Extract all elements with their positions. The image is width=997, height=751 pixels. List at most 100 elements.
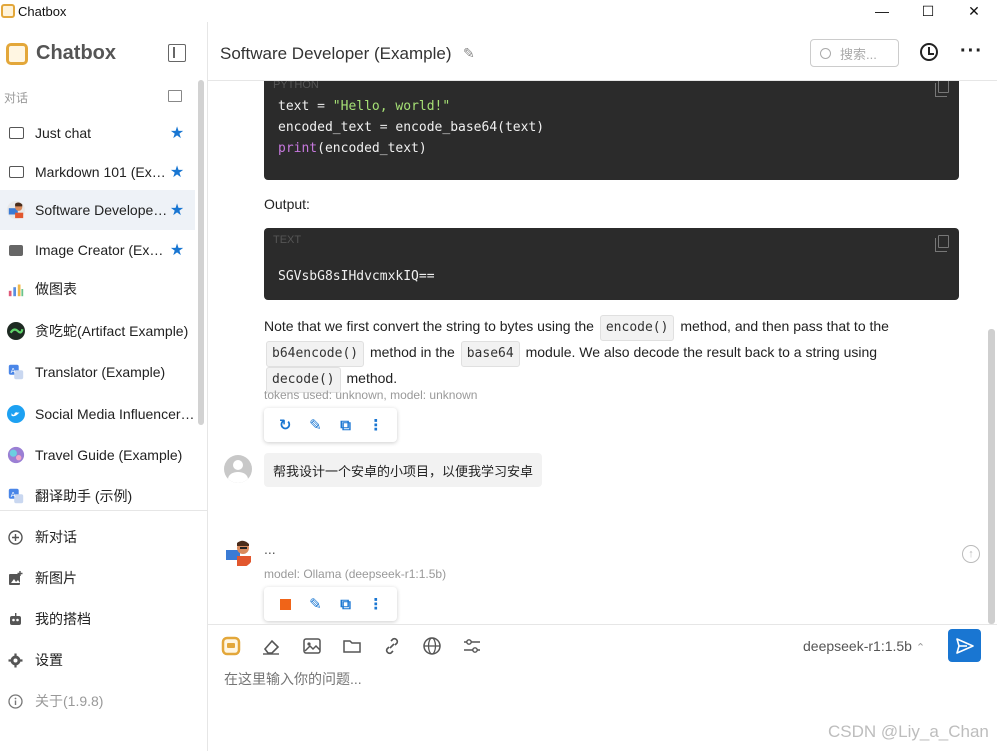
star-icon[interactable]: ★ bbox=[169, 123, 185, 143]
send-icon bbox=[955, 637, 974, 654]
translate-avatar-icon: A bbox=[7, 363, 25, 381]
stop-icon[interactable] bbox=[275, 594, 295, 614]
chart-avatar-icon bbox=[7, 280, 25, 298]
edit-icon[interactable]: ✎ bbox=[305, 594, 325, 614]
link-icon[interactable] bbox=[381, 635, 403, 657]
settings-sliders-icon[interactable] bbox=[461, 635, 483, 657]
add-photo-icon bbox=[8, 570, 23, 586]
message-input[interactable] bbox=[224, 671, 924, 687]
svg-text:A: A bbox=[11, 366, 16, 375]
sidebar-item-just-chat[interactable]: Just chat ★ bbox=[0, 113, 195, 153]
sidebar-item-label: Travel Guide (Example) bbox=[35, 447, 183, 463]
sidebar-item-snake[interactable]: 贪吃蛇(Artifact Example) bbox=[0, 311, 195, 351]
user-message: 帮我设计一个安卓的小项目，以便我学习安卓 bbox=[264, 453, 543, 487]
minimize-button[interactable]: — bbox=[859, 0, 905, 22]
sidebar-item-label: Translator (Example) bbox=[35, 364, 166, 380]
regenerate-icon[interactable]: ↻ bbox=[275, 415, 295, 435]
settings-button[interactable]: 设置 bbox=[0, 640, 207, 680]
sidebar-item-social-media-influencer[interactable]: Social Media Influencer (Example) bbox=[0, 394, 195, 434]
conversations-section-label: 对话 bbox=[4, 91, 29, 105]
archive-icon[interactable] bbox=[168, 90, 182, 102]
code-line: SGVsbG8sIHdvcmxkIQ== bbox=[278, 269, 435, 284]
copy-code-icon[interactable] bbox=[935, 81, 949, 97]
gear-icon bbox=[8, 653, 23, 668]
close-button[interactable]: ✕ bbox=[951, 0, 997, 22]
sidebar-item-label: Software Developer (Example) bbox=[35, 202, 169, 218]
window-title: Chatbox bbox=[18, 3, 67, 19]
output-label: Output: bbox=[264, 196, 310, 212]
new-image-button[interactable]: 新图片 bbox=[0, 558, 207, 598]
star-icon[interactable]: ★ bbox=[169, 200, 185, 220]
chatbox-app-icon bbox=[1, 4, 15, 18]
history-icon[interactable] bbox=[920, 43, 938, 61]
sidebar-scrollbar[interactable] bbox=[198, 80, 204, 425]
sidebar-item-label: Image Creator (Example) bbox=[35, 242, 169, 258]
folder-icon[interactable] bbox=[341, 635, 363, 657]
code-line: encoded_text = encode_base64(text) bbox=[278, 120, 545, 135]
more-options-icon[interactable]: ··· bbox=[960, 40, 983, 63]
globe-icon[interactable] bbox=[421, 635, 443, 657]
code-language-label: PYTHON bbox=[273, 81, 319, 91]
image-icon bbox=[7, 241, 25, 259]
sidebar-item-travel-guide[interactable]: Travel Guide (Example) bbox=[0, 435, 195, 475]
more-vert-icon[interactable]: ⋮ bbox=[366, 415, 386, 435]
about-label: 关于(1.9.8) bbox=[35, 693, 104, 709]
svg-text:A: A bbox=[11, 490, 16, 499]
send-button[interactable] bbox=[948, 629, 981, 662]
chatbox-avatar-icon[interactable] bbox=[220, 635, 242, 657]
sidebar-item-software-developer[interactable]: Software Developer (Example) ★ bbox=[0, 190, 195, 230]
maximize-button[interactable]: ☐ bbox=[905, 0, 951, 22]
sidebar-item-label: Social Media Influencer (Example) bbox=[35, 406, 195, 422]
sidebar-item-make-chart[interactable]: 做图表 bbox=[0, 269, 195, 309]
window-titlebar: Chatbox bbox=[0, 0, 997, 22]
inline-code: base64 bbox=[460, 341, 520, 367]
chatbox-logo-icon bbox=[6, 42, 28, 65]
message-meta: tokens used: unknown, model: unknown bbox=[264, 388, 478, 402]
copy-icon[interactable]: ⧉ bbox=[336, 415, 356, 435]
copy-icon[interactable]: ⧉ bbox=[336, 594, 356, 614]
new-chat-button[interactable]: 新对话 bbox=[0, 517, 207, 557]
message-action-bar: ↻ ✎ ⧉ ⋮ bbox=[264, 408, 397, 442]
new-chat-label: 新对话 bbox=[35, 529, 77, 545]
more-vert-icon[interactable]: ⋮ bbox=[366, 594, 386, 614]
code-language-label: TEXT bbox=[273, 234, 302, 246]
sidebar-item-image-creator[interactable]: Image Creator (Example) ★ bbox=[0, 230, 195, 270]
sidebar-collapse-icon[interactable] bbox=[168, 44, 186, 62]
edit-title-icon[interactable]: ✎ bbox=[463, 45, 475, 62]
new-image-label: 新图片 bbox=[35, 570, 77, 586]
code-line: text = "Hello, world!" bbox=[278, 99, 451, 114]
star-icon[interactable]: ★ bbox=[169, 240, 185, 260]
developer-avatar bbox=[224, 538, 254, 568]
page-title: Software Developer (Example) bbox=[220, 44, 452, 63]
chat-scrollbar[interactable] bbox=[988, 329, 995, 624]
sidebar-item-label: 翻译助手 (示例) bbox=[35, 488, 133, 504]
chat-messages: PYTHON text = "Hello, world!" encoded_te… bbox=[208, 81, 997, 624]
sidebar-divider bbox=[0, 510, 207, 511]
brand-name: Chatbox bbox=[36, 42, 116, 64]
message-action-bar: ✎ ⧉ ⋮ bbox=[264, 587, 397, 621]
eraser-icon[interactable] bbox=[260, 635, 282, 657]
info-icon bbox=[8, 693, 23, 709]
image-icon[interactable] bbox=[301, 635, 323, 657]
search-placeholder: 搜索... bbox=[840, 46, 877, 62]
edit-icon[interactable]: ✎ bbox=[305, 415, 325, 435]
sidebar-item-markdown-101[interactable]: Markdown 101 (Example) ★ bbox=[0, 152, 195, 192]
my-partners-button[interactable]: 我的搭档 bbox=[0, 599, 207, 639]
search-input[interactable]: 搜索... bbox=[810, 39, 899, 67]
sidebar: Chatbox 对话 Just chat ★ Markdown 101 (Exa… bbox=[0, 22, 208, 751]
snake-avatar-icon bbox=[7, 322, 25, 340]
assistant-message-text: Note that we first convert the string to… bbox=[264, 315, 954, 393]
sidebar-item-translator[interactable]: A Translator (Example) bbox=[0, 352, 195, 392]
sidebar-item-label: 贪吃蛇(Artifact Example) bbox=[35, 323, 189, 339]
scroll-up-icon[interactable]: ↑ bbox=[962, 545, 980, 563]
star-icon[interactable]: ★ bbox=[169, 162, 185, 182]
sidebar-item-label: Just chat bbox=[35, 125, 92, 141]
model-select[interactable]: deepseek-r1:1.5b ⌃ bbox=[803, 638, 925, 654]
settings-label: 设置 bbox=[35, 652, 63, 668]
copy-code-icon[interactable] bbox=[935, 235, 949, 252]
chat-header: Software Developer (Example) ✎ 搜索... ··· bbox=[208, 22, 997, 81]
about-button[interactable]: 关于(1.9.8) bbox=[0, 681, 207, 721]
sidebar-item-label: Markdown 101 (Example) bbox=[35, 164, 169, 180]
robot-icon bbox=[8, 612, 23, 627]
developer-avatar-icon bbox=[7, 201, 25, 219]
